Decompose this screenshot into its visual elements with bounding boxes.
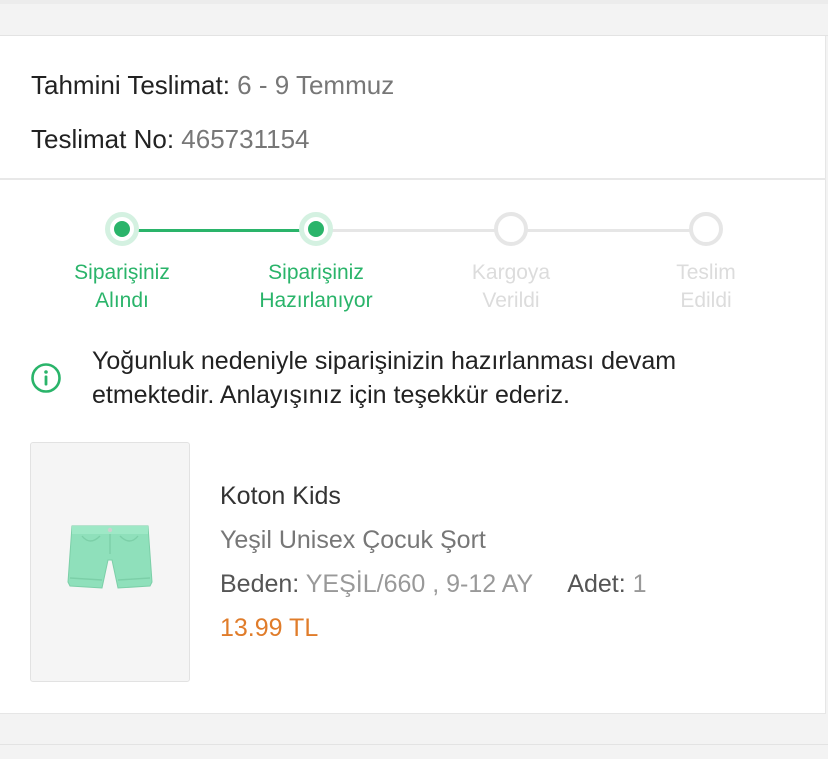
estimated-delivery-label: Tahmini Teslimat: [31,70,230,100]
order-status-stepper: Siparişiniz Alındı Siparişiniz Hazırlanı… [0,212,826,322]
step-dot-active [299,212,333,246]
delivery-number: Teslimat No: 465731154 [31,124,310,155]
product-brand: Koton Kids [220,482,341,510]
product-price: 13.99 TL [220,614,319,642]
estimated-delivery-value: 6 - 9 Temmuz [237,70,395,100]
info-icon [30,362,62,394]
step-label: Siparişiniz Hazırlanıyor [259,261,373,312]
notice-text: Yoğunluk nedeniyle siparişinizin hazırla… [92,347,677,409]
section-divider [0,178,826,180]
shorts-icon [62,512,158,613]
step-order-received: Siparişiniz Alındı [32,212,212,315]
product-image[interactable] [30,442,190,682]
step-order-preparing: Siparişiniz Hazırlanıyor [226,212,406,315]
step-dot-inactive [689,212,723,246]
product-name[interactable]: Yeşil Unisex Çocuk Şort [220,523,647,557]
step-label: Kargoya Verildi [471,261,551,312]
delivery-number-value: 465731154 [181,124,310,154]
quantity-label: Adet: [567,570,626,598]
step-label: Teslim Edildi [676,261,736,312]
estimated-delivery: Tahmini Teslimat: 6 - 9 Temmuz [31,70,394,101]
step-dot-active [105,212,139,246]
step-delivered: Teslim Edildi [616,212,796,315]
step-dot-inactive [494,212,528,246]
order-card: Tahmini Teslimat: 6 - 9 Temmuz Teslimat … [0,36,826,714]
step-shipped: Kargoya Verildi [421,212,601,315]
bottom-separator [0,744,828,759]
product-info: Koton Kids Yeşil Unisex Çocuk Şort Beden… [220,479,647,645]
step-label: Siparişiniz Alındı [74,261,170,312]
quantity-value: 1 [632,570,647,598]
size-label: Beden: [220,570,300,598]
product-meta: Beden: YEŞİL/660 , 9-12 AY Adet: 1 [220,567,647,601]
size-value: YEŞİL/660 , 9-12 AY [305,570,533,598]
delivery-number-label: Teslimat No: [31,124,175,154]
top-separator [0,0,828,36]
